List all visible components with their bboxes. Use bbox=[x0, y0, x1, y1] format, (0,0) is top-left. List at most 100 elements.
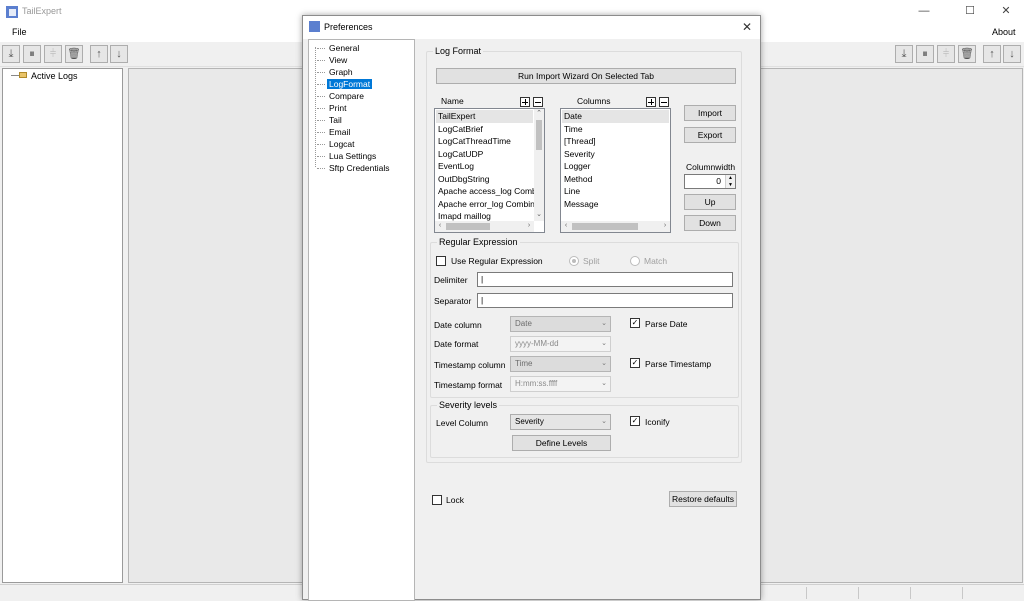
nav-item-lua-settings[interactable]: Lua Settings bbox=[317, 150, 378, 162]
format-name-listbox[interactable]: TailExpert LogCatBrief LogCatThreadTime … bbox=[434, 108, 545, 233]
preferences-nav-tree: General View Graph LogFormat Compare Pri… bbox=[308, 39, 415, 601]
nav-item-general[interactable]: General bbox=[317, 42, 361, 54]
nav-item-logformat[interactable]: LogFormat bbox=[317, 78, 373, 90]
lock-checkbox[interactable] bbox=[432, 495, 442, 505]
timestamp-column-select[interactable]: Time ⌄ bbox=[510, 356, 611, 372]
chevron-down-icon: ⌄ bbox=[601, 340, 607, 347]
pause-icon[interactable]: ⏸ bbox=[23, 45, 41, 63]
split-label: Split bbox=[583, 256, 600, 266]
scroll-right-icon[interactable]: › bbox=[524, 221, 534, 231]
date-column-value: Date bbox=[515, 319, 532, 328]
split-radio[interactable] bbox=[569, 256, 579, 266]
arrow-down-icon[interactable]: ↓ bbox=[110, 45, 128, 63]
split-icon-right[interactable]: ⫩ bbox=[937, 45, 955, 63]
import-button[interactable]: Import bbox=[684, 105, 736, 121]
list-item[interactable]: Apache access_log Comb bbox=[438, 185, 537, 198]
nav-item-sftp-credentials[interactable]: Sftp Credentials bbox=[317, 162, 391, 174]
arrow-up-icon-right[interactable]: ↑ bbox=[983, 45, 1001, 63]
scroll-down-icon[interactable]: ⌄ bbox=[534, 210, 544, 220]
menu-file[interactable]: File bbox=[12, 27, 27, 37]
nav-item-tail[interactable]: Tail bbox=[317, 114, 344, 126]
spin-down-icon[interactable]: ▼ bbox=[725, 181, 735, 188]
delimiter-label: Delimiter bbox=[434, 275, 468, 285]
list-item[interactable]: Logger bbox=[564, 160, 590, 173]
iconify-checkbox[interactable]: ✓ bbox=[630, 416, 640, 426]
arrow-down-icon-right[interactable]: ↓ bbox=[1003, 45, 1021, 63]
list-item[interactable]: EventLog bbox=[438, 160, 474, 173]
dialog-close-button[interactable]: ✕ bbox=[739, 19, 755, 35]
nav-item-print[interactable]: Print bbox=[317, 102, 348, 114]
run-import-wizard-button[interactable]: Run Import Wizard On Selected Tab bbox=[436, 68, 736, 84]
tree-root-label[interactable]: Active Logs bbox=[31, 71, 78, 81]
date-column-select[interactable]: Date ⌄ bbox=[510, 316, 611, 332]
list-item[interactable]: Apache error_log Combine bbox=[438, 198, 540, 211]
down-button[interactable]: Down bbox=[684, 215, 736, 231]
parse-timestamp-checkbox[interactable]: ✓ bbox=[630, 358, 640, 368]
scroll-right-icon[interactable]: › bbox=[660, 221, 670, 231]
list-item[interactable]: Message bbox=[564, 198, 599, 211]
list-item[interactable]: OutDbgString bbox=[438, 173, 490, 186]
scroll-thumb[interactable] bbox=[446, 223, 490, 230]
date-column-label: Date column bbox=[434, 320, 482, 330]
minimize-button[interactable]: — bbox=[916, 4, 932, 18]
scroll-left-icon[interactable]: ‹ bbox=[561, 221, 571, 231]
match-radio[interactable] bbox=[630, 256, 640, 266]
remove-column-icon[interactable] bbox=[659, 97, 669, 107]
list-item[interactable]: Severity bbox=[564, 148, 595, 161]
scroll-thumb[interactable] bbox=[536, 120, 542, 150]
nav-item-view[interactable]: View bbox=[317, 54, 349, 66]
columns-horizontal-scrollbar[interactable]: ‹ › bbox=[561, 221, 670, 232]
list-item[interactable]: Time bbox=[564, 123, 583, 136]
chevron-down-icon: ⌄ bbox=[601, 380, 607, 387]
list-item[interactable]: LogCatBrief bbox=[438, 123, 483, 136]
columns-listbox[interactable]: Date Time [Thread] Severity Logger Metho… bbox=[560, 108, 671, 233]
arrow-up-icon[interactable]: ↑ bbox=[90, 45, 108, 63]
active-logs-tree[interactable]: Active Logs bbox=[2, 68, 123, 583]
add-name-icon[interactable] bbox=[520, 97, 530, 107]
remove-name-icon[interactable] bbox=[533, 97, 543, 107]
list-item[interactable]: Line bbox=[564, 185, 580, 198]
nav-item-graph[interactable]: Graph bbox=[317, 66, 355, 78]
list-item[interactable]: TailExpert bbox=[436, 110, 533, 123]
scroll-thumb[interactable] bbox=[572, 223, 638, 230]
nav-item-compare[interactable]: Compare bbox=[317, 90, 366, 102]
close-button[interactable]: ✕ bbox=[998, 4, 1014, 18]
scroll-left-icon[interactable]: ‹ bbox=[435, 221, 445, 231]
name-horizontal-scrollbar[interactable]: ‹ › bbox=[435, 221, 534, 232]
nav-item-logcat[interactable]: Logcat bbox=[317, 138, 357, 150]
open-icon[interactable]: ⤓ bbox=[2, 45, 20, 63]
list-item[interactable]: Method bbox=[564, 173, 592, 186]
name-list-header: Name bbox=[441, 96, 464, 106]
app-title: TailExpert bbox=[22, 6, 62, 16]
dialog-title: Preferences bbox=[324, 22, 373, 32]
chevron-down-icon: ⌄ bbox=[601, 320, 607, 327]
add-column-icon[interactable] bbox=[646, 97, 656, 107]
list-item[interactable]: LogCatUDP bbox=[438, 148, 483, 161]
use-regex-checkbox[interactable] bbox=[436, 256, 446, 266]
date-format-select[interactable]: yyyy-MM-dd ⌄ bbox=[510, 336, 611, 352]
status-divider bbox=[910, 587, 911, 599]
trash-icon[interactable]: 🗑 bbox=[65, 45, 83, 63]
separator-input[interactable]: | bbox=[477, 293, 733, 308]
open-icon-right[interactable]: ⤓ bbox=[895, 45, 913, 63]
level-column-select[interactable]: Severity ⌄ bbox=[510, 414, 611, 430]
timestamp-format-select[interactable]: H:mm:ss.ffff ⌄ bbox=[510, 376, 611, 392]
restore-defaults-button[interactable]: Restore defaults bbox=[669, 491, 737, 507]
list-item[interactable]: [Thread] bbox=[564, 135, 596, 148]
list-item[interactable]: LogCatThreadTime bbox=[438, 135, 511, 148]
nav-item-email[interactable]: Email bbox=[317, 126, 352, 138]
maximize-button[interactable]: ☐ bbox=[962, 4, 978, 18]
up-button[interactable]: Up bbox=[684, 194, 736, 210]
define-levels-button[interactable]: Define Levels bbox=[512, 435, 611, 451]
name-vertical-scrollbar[interactable]: ⌃ ⌄ bbox=[534, 109, 544, 221]
trash-icon-right[interactable]: 🗑 bbox=[958, 45, 976, 63]
delimiter-input[interactable]: | bbox=[477, 272, 733, 287]
pause-icon-right[interactable]: ⏸ bbox=[916, 45, 934, 63]
columnwidth-stepper[interactable]: 0 ▲ ▼ bbox=[684, 174, 736, 189]
export-button[interactable]: Export bbox=[684, 127, 736, 143]
scroll-up-icon[interactable]: ⌃ bbox=[534, 109, 544, 119]
parse-date-checkbox[interactable]: ✓ bbox=[630, 318, 640, 328]
menu-about[interactable]: About bbox=[992, 27, 1016, 37]
split-icon[interactable]: ⫩ bbox=[44, 45, 62, 63]
list-item[interactable]: Date bbox=[562, 110, 669, 123]
